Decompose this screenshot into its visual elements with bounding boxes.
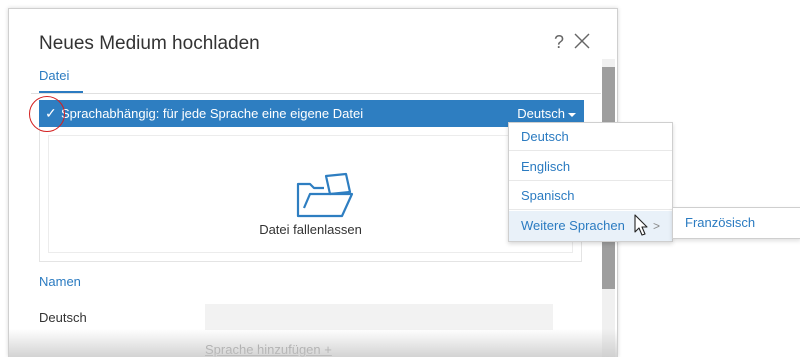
- chevron-right-icon: >: [652, 219, 660, 233]
- help-button[interactable]: ?: [554, 32, 564, 53]
- language-select[interactable]: Deutsch: [517, 106, 576, 121]
- dropdown-item-label: Weitere Sprachen: [521, 218, 625, 233]
- close-icon[interactable]: [572, 31, 592, 51]
- divider: [31, 93, 601, 94]
- mouse-pointer-icon: [634, 214, 648, 236]
- drop-zone-label: Datei fallenlassen: [259, 222, 362, 237]
- dropdown-item-spanisch[interactable]: Spanisch: [509, 182, 672, 210]
- language-select-value: Deutsch: [517, 106, 565, 121]
- name-input-deutsch[interactable]: [205, 304, 553, 330]
- file-drop-zone[interactable]: Datei fallenlassen: [39, 127, 582, 262]
- language-dependent-label: Sprachabhängig: für jede Sprache eine ei…: [61, 106, 364, 121]
- add-language-link[interactable]: Sprache hinzufügen +: [205, 342, 332, 357]
- drop-zone-inner: Datei fallenlassen: [48, 135, 573, 253]
- dropdown-item-englisch[interactable]: Englisch: [509, 153, 672, 181]
- annotation-circle: [29, 96, 65, 132]
- dialog-title: Neues Medium hochladen: [39, 33, 260, 54]
- language-dependent-bar: ✓ Sprachabhängig: für jede Sprache eine …: [39, 100, 584, 127]
- names-section-title: Namen: [39, 274, 81, 289]
- dropdown-item-deutsch[interactable]: Deutsch: [509, 123, 672, 151]
- tab-datei[interactable]: Datei: [39, 68, 69, 83]
- more-languages-submenu: Französisch: [672, 207, 800, 239]
- folder-open-icon: [296, 172, 354, 218]
- submenu-item-franzoesisch[interactable]: Französisch: [685, 215, 755, 230]
- name-row-language: Deutsch: [39, 310, 87, 325]
- caret-down-icon: [568, 112, 576, 117]
